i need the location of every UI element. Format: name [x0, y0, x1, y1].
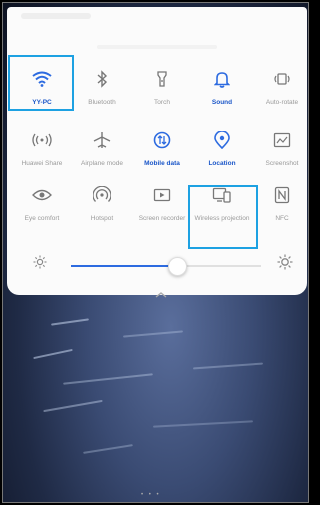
highlight-wireless-projection	[188, 185, 258, 249]
screenshot-icon	[268, 126, 296, 154]
home-page-indicator: • • •	[141, 492, 161, 498]
screen-recorder-icon	[148, 181, 176, 209]
wallpaper-streak	[193, 362, 263, 370]
mobile-data-icon	[148, 126, 176, 154]
wallpaper-streak	[33, 348, 73, 360]
brightness-knob[interactable]	[167, 257, 187, 276]
brightness-low-icon	[33, 255, 47, 269]
wallpaper-streak	[153, 420, 253, 428]
tile-hotspot[interactable]: Hotspot	[72, 175, 132, 239]
wallpaper-streak	[63, 373, 153, 385]
highlight-wifi	[8, 55, 74, 111]
nfc-icon	[268, 181, 296, 209]
huawei-share-icon	[28, 126, 56, 154]
tile-sound[interactable]: Sound	[192, 59, 252, 123]
bell-icon	[208, 65, 236, 93]
quick-settings-panel: YY-PC Bluetooth Torch Sound Auto-rotate	[7, 7, 308, 298]
location-icon	[208, 126, 236, 154]
tile-label: Screenshot	[265, 160, 299, 167]
brightness-high-icon	[277, 254, 293, 270]
brightness-slider[interactable]	[71, 257, 261, 276]
torch-icon	[148, 65, 176, 93]
airplane-icon	[88, 126, 116, 154]
tile-nfc[interactable]: NFC	[252, 175, 308, 239]
tile-eye-comfort[interactable]: Eye comfort	[12, 175, 72, 239]
wallpaper-streak	[51, 318, 89, 326]
brightness-fill	[71, 265, 176, 267]
bluetooth-icon	[88, 65, 116, 93]
collapse-chevron-up-icon[interactable]	[154, 287, 168, 298]
phone-screen: YY-PC Bluetooth Torch Sound Auto-rotate	[2, 2, 309, 503]
panel-header	[97, 45, 217, 49]
wallpaper-streak	[43, 399, 103, 413]
tile-auto-rotate[interactable]: Auto-rotate	[252, 59, 308, 123]
wallpaper-streak	[123, 330, 183, 338]
tile-bluetooth[interactable]: Bluetooth	[72, 59, 132, 123]
hotspot-icon	[88, 181, 116, 209]
tile-torch[interactable]: Torch	[132, 59, 192, 123]
eye-icon	[28, 181, 56, 209]
tile-screen-recorder[interactable]: Screen recorder	[132, 175, 192, 239]
auto-rotate-icon	[268, 65, 296, 93]
status-bar	[21, 13, 91, 19]
tile-label: Auto-rotate	[265, 99, 299, 106]
wallpaper-streak	[83, 444, 133, 454]
